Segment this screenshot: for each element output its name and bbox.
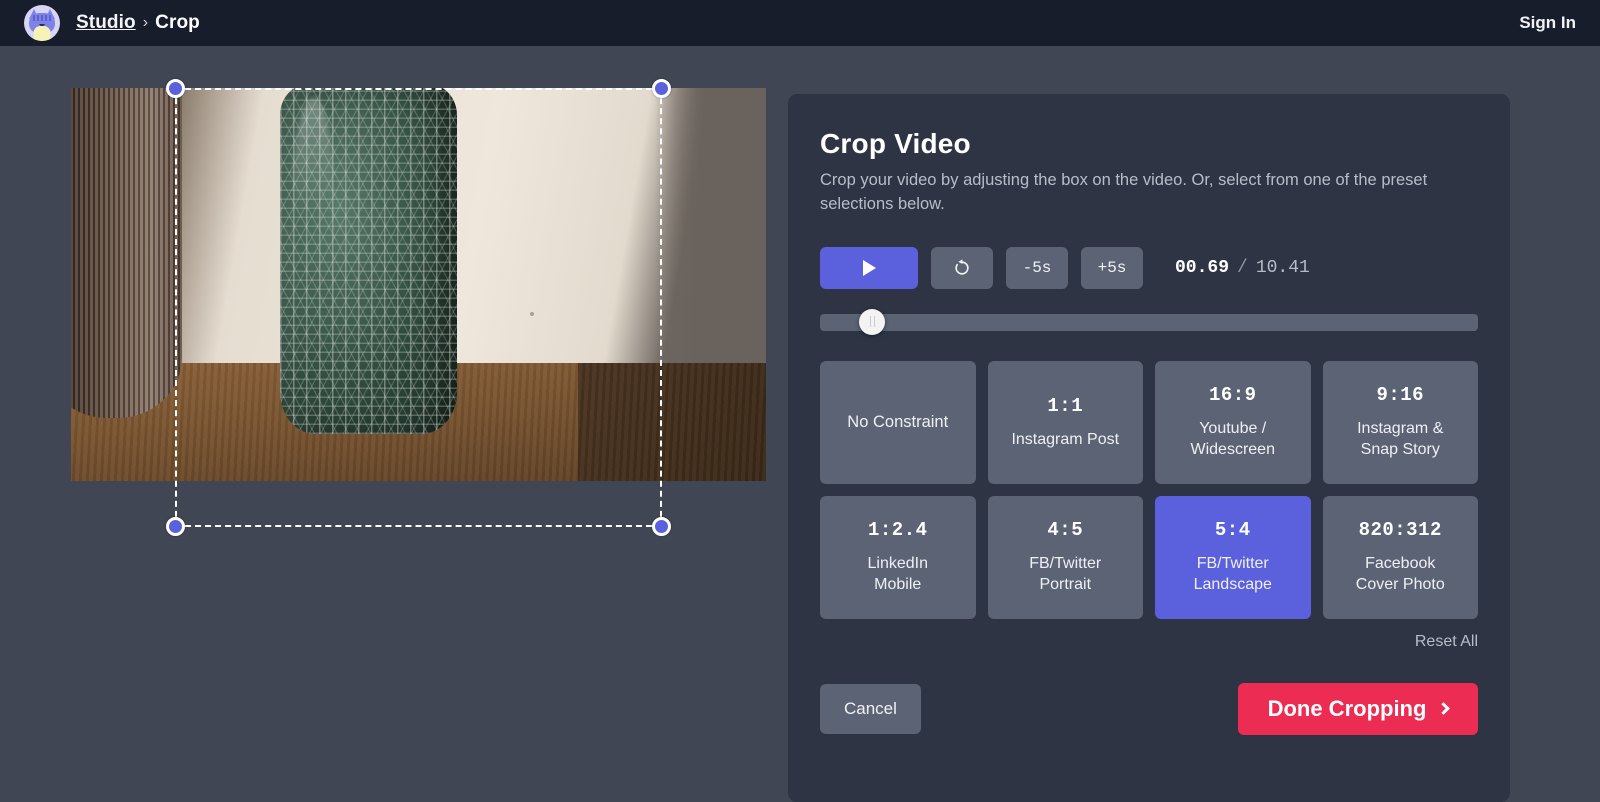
panel-subtitle: Crop your video by adjusting the box on …	[820, 171, 1428, 213]
crop-handle-bottom-right[interactable]	[652, 517, 671, 536]
crop-panel: Crop Video Crop your video by adjusting …	[788, 94, 1510, 802]
preset-4-5[interactable]: 4:5 FB/Twitter Portrait	[987, 495, 1143, 619]
top-bar: Studio › Crop Sign In	[0, 0, 1600, 46]
breadcrumb: Studio › Crop	[76, 12, 200, 34]
preset-ratio: 820:312	[1358, 518, 1442, 541]
preset-820-312[interactable]: 820:312 Facebook Cover Photo	[1322, 495, 1478, 619]
video-scene	[71, 88, 766, 481]
preset-name: No Constraint	[847, 413, 949, 432]
video-preview[interactable]	[71, 88, 766, 481]
restart-icon	[955, 259, 969, 275]
preset-no-constraint[interactable]: No Constraint	[820, 360, 976, 484]
preset-name: FB/Twitter Portrait	[1029, 554, 1102, 594]
preset-name: Instagram & Snap Story	[1357, 419, 1444, 459]
total-duration: 10.41	[1255, 257, 1310, 278]
play-icon	[862, 259, 876, 276]
preset-ratio: 4:5	[1047, 518, 1084, 541]
preset-ratio: 5:4	[1214, 518, 1251, 541]
breadcrumb-current: Crop	[155, 12, 200, 33]
done-cropping-button[interactable]: Done Cropping	[1238, 682, 1478, 735]
video-stage[interactable]	[71, 79, 766, 536]
current-time: 00.69	[1175, 257, 1230, 278]
time-separator: /	[1237, 257, 1248, 278]
aspect-ratio-presets: No Constraint 1:1 Instagram Post 16:9 Youtub…	[820, 360, 1478, 619]
reset-row: Reset All	[820, 633, 1478, 651]
preset-1-2-4[interactable]: 1:2.4 LinkedIn Mobile	[820, 495, 976, 619]
preset-ratio: 1:1	[1047, 394, 1084, 417]
scrubber-track[interactable]	[820, 313, 1478, 331]
seek-back-5s-button[interactable]: -5s	[1006, 246, 1068, 289]
scene-wall-speck	[529, 312, 534, 316]
time-display: 00.69 / 10.41	[1175, 258, 1310, 278]
play-button[interactable]	[820, 246, 918, 289]
seek-forward-5s-button[interactable]: +5s	[1081, 246, 1143, 289]
breadcrumb-studio-link[interactable]: Studio	[76, 12, 136, 34]
crop-handle-bottom-left[interactable]	[166, 517, 185, 536]
playback-controls: -5s +5s 00.69 / 10.41	[820, 246, 1478, 289]
preset-ratio: 1:2.4	[867, 518, 928, 541]
timeline-scrubber[interactable]	[820, 308, 1478, 335]
sign-in-button[interactable]: Sign In	[1519, 13, 1576, 33]
panel-title: Crop Video	[820, 128, 971, 159]
preset-ratio: 9:16	[1376, 383, 1425, 406]
scrubber-thumb[interactable]	[859, 308, 886, 335]
breadcrumb-separator: ›	[142, 14, 149, 31]
cancel-button[interactable]: Cancel	[820, 683, 921, 734]
panel-footer: Cancel Done Cropping	[820, 682, 1478, 735]
done-cropping-label: Done Cropping	[1267, 695, 1427, 721]
preset-ratio: 16:9	[1208, 383, 1257, 406]
preset-9-16[interactable]: 9:16 Instagram & Snap Story	[1322, 360, 1478, 484]
workspace: Crop Video Crop your video by adjusting …	[0, 46, 1600, 802]
chevron-right-icon	[1437, 702, 1451, 716]
preset-name: Instagram Post	[1011, 430, 1120, 448]
preset-name: LinkedIn Mobile	[867, 554, 929, 594]
preset-1-1[interactable]: 1:1 Instagram Post	[987, 360, 1143, 484]
scene-brown-vase	[71, 88, 183, 419]
cat-avatar-icon	[24, 5, 60, 41]
preset-5-4[interactable]: 5:4 FB/Twitter Landscape	[1155, 495, 1311, 619]
preset-name: FB/Twitter Landscape	[1193, 554, 1272, 594]
preset-name: Facebook Cover Photo	[1355, 554, 1445, 594]
preset-16-9[interactable]: 16:9 Youtube / Widescreen	[1155, 360, 1311, 484]
reset-all-button[interactable]: Reset All	[1415, 633, 1478, 651]
restart-button[interactable]	[931, 246, 993, 289]
scene-green-vase	[279, 88, 457, 434]
preset-name: Youtube / Widescreen	[1190, 419, 1275, 459]
